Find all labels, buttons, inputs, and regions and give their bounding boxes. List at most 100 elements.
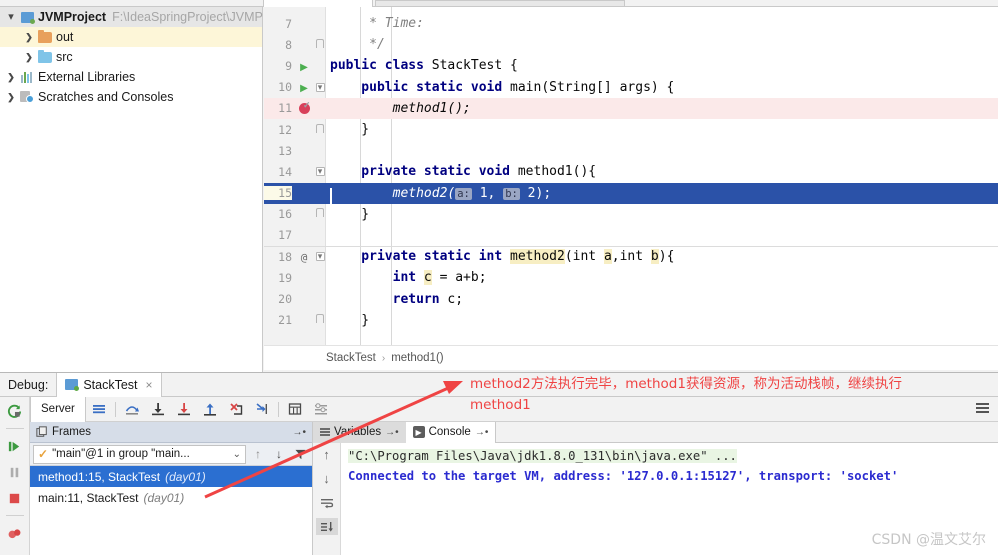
scroll-down-button[interactable]: ↓: [316, 470, 338, 487]
stop-button[interactable]: [3, 488, 27, 508]
tab-variables[interactable]: Variables →•: [313, 421, 406, 443]
frames-pane[interactable]: Frames →• ✓ "main"@1 in group "main... ⌄…: [30, 422, 313, 555]
code-line-10[interactable]: 10 ▶ ▾ public static void main(String[] ar…: [264, 77, 998, 98]
console-line: "C:\Program Files\Java\jdk1.8.0_131\bin\…: [348, 449, 737, 463]
tree-item-label: Scratches and Consoles: [38, 90, 174, 104]
code-line-12[interactable]: 12 }: [264, 119, 998, 140]
thread-combobox[interactable]: ✓ "main"@1 in group "main... ⌄: [33, 444, 246, 464]
breakpoint-icon[interactable]: [298, 100, 311, 114]
chevron-right-icon[interactable]: [22, 33, 36, 42]
show-execution-point-button[interactable]: [86, 397, 112, 422]
debug-header: Debug: StackTest ×: [0, 372, 998, 397]
soft-wrap-button[interactable]: [316, 494, 338, 511]
code-line-15[interactable]: 15 method2(a: 1, b: 2);: [264, 182, 998, 205]
chevron-down-icon[interactable]: ⌄: [233, 449, 241, 460]
run-gutter-icon[interactable]: ▶: [300, 83, 308, 94]
code-line-20[interactable]: 20 return c;: [264, 288, 998, 309]
frames-down-button[interactable]: ↓: [270, 445, 288, 464]
breadcrumb[interactable]: StackTest › method1(): [264, 345, 998, 370]
fold-collapse-icon[interactable]: ▾: [315, 252, 325, 262]
line-number: 12: [278, 122, 292, 137]
run-to-cursor-button[interactable]: [249, 397, 275, 422]
code-line-19[interactable]: 19 int c = a+b;: [264, 267, 998, 288]
pin-icon[interactable]: →•: [385, 427, 399, 438]
tree-item-src[interactable]: src: [0, 47, 262, 67]
frames-icon: [36, 426, 47, 437]
breadcrumb-separator-icon: ›: [381, 352, 386, 364]
rerun-button[interactable]: [3, 401, 27, 421]
frame-row[interactable]: main:11, StackTest (day01): [30, 487, 312, 508]
chevron-right-icon[interactable]: [4, 73, 18, 82]
fold-collapse-icon[interactable]: ▾: [315, 82, 325, 92]
code-line-18[interactable]: 18 @ ▾ private static int method2(int a,in…: [264, 246, 998, 267]
resume-program-button[interactable]: [3, 436, 27, 456]
fold-end-icon[interactable]: [316, 123, 324, 133]
tree-item-jvmproject[interactable]: JVMProject F:\IdeaSpringProject\JVMP: [0, 7, 263, 27]
scroll-to-end-button[interactable]: [315, 518, 338, 535]
step-into-button[interactable]: [145, 397, 171, 422]
console-line: Connected to the target VM, address: '12…: [348, 469, 899, 483]
editor-tab-active[interactable]: [263, 0, 373, 7]
frame-module: (day01): [143, 490, 185, 505]
pin-icon[interactable]: →•: [292, 427, 306, 438]
annotation-gutter-icon: @: [300, 250, 308, 264]
chevron-right-icon[interactable]: [22, 53, 36, 62]
pin-icon[interactable]: →•: [475, 427, 489, 438]
code-line-8[interactable]: 8 */: [264, 34, 998, 55]
code-line-17[interactable]: 17: [264, 225, 998, 246]
fold-end-icon[interactable]: [316, 38, 324, 48]
fold-end-icon[interactable]: [316, 314, 324, 324]
breadcrumb-class[interactable]: StackTest: [326, 352, 376, 364]
tree-item-out[interactable]: out: [0, 27, 262, 47]
frame-label: method1:15, StackTest: [38, 469, 161, 484]
editor-tab-inactive[interactable]: [375, 0, 625, 6]
code-line-13[interactable]: 13: [264, 140, 998, 161]
folder-orange-icon: [38, 29, 52, 43]
run-gutter-icon[interactable]: ▶: [300, 62, 308, 73]
line-number: 18: [278, 249, 292, 264]
filter-icon[interactable]: [291, 445, 309, 464]
breadcrumb-method[interactable]: method1(): [391, 352, 443, 364]
module-icon: [20, 11, 35, 24]
debug-actions-sidebar[interactable]: [0, 397, 30, 555]
code-line-21[interactable]: 21 }: [264, 310, 998, 331]
frames-title: Frames: [52, 426, 91, 438]
chevron-right-icon[interactable]: [4, 93, 18, 102]
parameter-hint: a:: [455, 187, 472, 200]
evaluate-expression-button[interactable]: [282, 397, 308, 422]
tree-item-external-libraries[interactable]: External Libraries: [0, 67, 262, 87]
console-tab-bar[interactable]: Variables →• ▶ Console →•: [313, 421, 998, 443]
code-editor[interactable]: 7 * Time: 8 */9 ▶ public class StackTest {1…: [264, 7, 998, 345]
fold-end-icon[interactable]: [316, 208, 324, 218]
code-line-9[interactable]: 9 ▶ public class StackTest {: [264, 55, 998, 76]
chevron-down-icon[interactable]: [4, 12, 18, 23]
force-step-into-button[interactable]: [171, 397, 197, 422]
code-line-14[interactable]: 14 ▾ private static void method1(){: [264, 161, 998, 182]
code-line-16[interactable]: 16 }: [264, 204, 998, 225]
step-over-button[interactable]: [119, 397, 145, 422]
close-icon[interactable]: ×: [146, 378, 153, 392]
mute-breakpoints-button[interactable]: [3, 523, 27, 543]
settings-button[interactable]: [308, 397, 334, 422]
line-number: 9: [285, 58, 292, 73]
debug-session-tab[interactable]: StackTest ×: [56, 372, 162, 397]
tree-item-scratches-and-consoles[interactable]: Scratches and Consoles: [0, 87, 262, 107]
scroll-up-button[interactable]: ↑: [316, 446, 338, 463]
fold-collapse-icon[interactable]: ▾: [315, 167, 325, 177]
code-line-11[interactable]: 11 method1();: [264, 97, 998, 119]
debug-toolbar[interactable]: Server: [30, 396, 998, 422]
frame-row[interactable]: method1:15, StackTest (day01): [30, 466, 312, 487]
console-icon: ▶: [412, 426, 425, 438]
step-out-button[interactable]: [197, 397, 223, 422]
project-tool-window[interactable]: JVMProject F:\IdeaSpringProject\JVMP out sr…: [0, 7, 263, 372]
thread-selector-row[interactable]: ✓ "main"@1 in group "main... ⌄ ↑ ↓: [30, 443, 312, 466]
tab-console[interactable]: ▶ Console →•: [405, 421, 497, 443]
console-gutter-toolbar[interactable]: ↑ ↓: [313, 443, 341, 555]
frames-up-button[interactable]: ↑: [249, 445, 267, 464]
drop-frame-button[interactable]: [223, 397, 249, 422]
code-line-7[interactable]: 7 * Time:: [264, 13, 998, 34]
line-number: 16: [278, 207, 292, 222]
tab-server[interactable]: Server: [30, 396, 86, 422]
pause-program-button[interactable]: [3, 462, 27, 482]
console-options-icon[interactable]: [976, 400, 992, 416]
